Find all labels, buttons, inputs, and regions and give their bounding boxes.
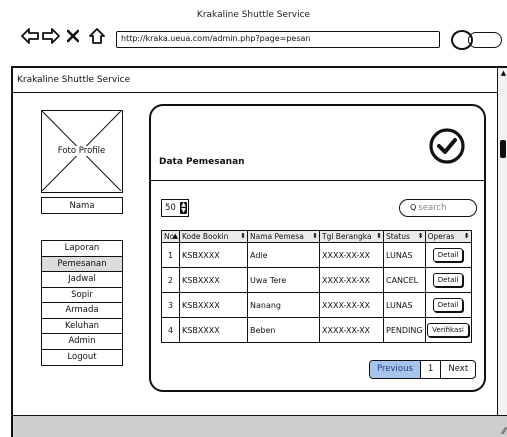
profile-name: Nama [41,197,123,214]
column-header-tgl[interactable]: Tgl Berangka ⬍ [319,230,384,243]
cell-nama: Adie [247,242,320,268]
cell-status: CANCEL [383,267,426,293]
sidebar-item-laporan[interactable]: Laporan [42,241,122,257]
cell-nama: Nanang [247,292,320,318]
cell-action: Detail [424,267,472,293]
sort-icon[interactable]: ⬍ [376,232,382,240]
panel-divider [151,180,484,181]
magnifier-icon: Q [410,203,417,212]
sort-icon[interactable]: ⬍ [418,232,424,240]
cell-kode: KSBXXXX [179,317,248,343]
window-title: Krakaline Shuttle Service [196,10,311,20]
sort-icon[interactable]: ⬍ [464,232,470,240]
sidebar-item-jadwal[interactable]: Jadwal [42,272,122,288]
cell-kode: KSBXXXX [179,267,248,293]
column-header-operasi[interactable]: Operas ⬍ [424,230,472,243]
cell-kode: KSBXXXX [179,242,248,268]
cell-status: LUNAS [383,242,426,268]
cell-nama: Uwa Tere [247,267,320,293]
check-circle-icon [427,126,467,166]
cell-action: Detail [424,242,472,268]
verifikasi-button[interactable]: Verifikasi [427,323,469,337]
pagination: Previous 1 Next [369,360,477,379]
page-title: Data Pemesanan [159,157,245,167]
bookings-table: No ▲ Kode Bookin ⬍ Nama Pemesa ⬍ Tgl Berang… [161,230,472,343]
scroll-thumb[interactable] [500,140,506,158]
column-header-nama[interactable]: Nama Pemesa ⬍ [247,230,320,243]
cell-no: 2 [161,267,180,293]
sidebar-item-pemesanan[interactable]: Pemesanan [42,256,122,272]
cell-tgl: XXXX-XX-XX [319,317,384,343]
status-bar: ⁄⁄ [13,415,507,437]
profile-photo-placeholder: Foto Profile [41,110,123,193]
cell-action: Detail [424,292,472,318]
previous-page-button[interactable]: Previous [370,361,421,378]
page-size-value: 50 [165,203,176,213]
cell-action: Verifikasi [424,317,472,343]
table-header-row: No ▲ Kode Bookin ⬍ Nama Pemesa ⬍ Tgl Berang… [161,230,472,243]
cell-tgl: XXXX-XX-XX [319,267,384,293]
sort-icon[interactable]: ▲ [173,232,178,240]
search-icon[interactable] [451,30,473,50]
page-size-select[interactable]: 50 ▲ ▼ [161,199,189,217]
browser-search-field[interactable] [468,32,502,48]
sidebar-item-admin[interactable]: Admin [42,334,122,350]
app-title: Krakaline Shuttle Service [13,68,497,93]
sidebar-item-keluhan[interactable]: Keluhan [42,319,122,334]
cell-tgl: XXXX-XX-XX [319,292,384,318]
cell-no: 4 [161,317,180,343]
table-row: 3 KSBXXXX Nanang XXXX-XX-XX LUNAS Detail [161,292,472,318]
vertical-scrollbar[interactable]: ▲ ▼ [497,68,507,425]
table-row: 2 KSBXXXX Uwa Tere XXXX-XX-XX CANCEL Det… [161,267,472,293]
cell-status: PENDING [383,317,426,343]
sidebar-item-logout[interactable]: Logout [42,350,122,366]
page-number-button[interactable]: 1 [421,361,442,378]
cell-status: LUNAS [383,292,426,318]
app-window: Krakaline Shuttle Service ▲ ▼ Foto Profi… [11,66,507,437]
stepper-icon[interactable]: ▲ ▼ [180,202,187,214]
browser-chrome: Krakaline Shuttle Service http://kraka.u… [0,0,507,66]
cell-no: 1 [161,242,180,268]
detail-button[interactable]: Detail [432,248,464,262]
sidebar-menu: Laporan Pemesanan Jadwal Sopir Armada Ke… [41,240,123,366]
url-bar[interactable]: http://kraka.ueua.com/admin.php?page=pes… [116,31,440,48]
cell-tgl: XXXX-XX-XX [319,242,384,268]
table-row: 4 KSBXXXX Beben XXXX-XX-XX PENDING Verif… [161,317,472,343]
next-page-button[interactable]: Next [441,361,475,378]
table-search-input[interactable]: Qsearch [399,199,477,217]
sort-icon[interactable]: ⬍ [312,232,318,240]
column-header-no[interactable]: No ▲ [161,230,180,243]
cell-kode: KSBXXXX [179,292,248,318]
sort-icon[interactable]: ⬍ [240,232,246,240]
cell-no: 3 [161,292,180,318]
home-icon[interactable] [88,26,106,46]
resize-grip-icon[interactable]: ⁄⁄ [503,426,506,437]
sidebar-item-sopir[interactable]: Sopir [42,288,122,303]
detail-button[interactable]: Detail [432,273,464,287]
column-header-kode[interactable]: Kode Bookin ⬍ [179,230,248,243]
profile-photo-label: Foto Profile [42,146,121,156]
data-panel: Data Pemesanan 50 ▲ ▼ Qsearch No ▲ Kode Bo… [149,104,486,392]
table-row: 1 KSBXXXX Adie XXXX-XX-XX LUNAS Detail [161,242,472,268]
back-arrow-icon[interactable] [21,26,39,46]
search-placeholder: search [418,203,447,213]
scroll-up-icon[interactable]: ▲ [499,69,507,77]
cell-nama: Beben [247,317,320,343]
column-header-status[interactable]: Status ⬍ [383,230,426,243]
detail-button[interactable]: Detail [432,298,464,312]
forward-arrow-icon[interactable] [42,26,60,46]
sidebar-item-armada[interactable]: Armada [42,303,122,319]
close-x-icon[interactable] [66,26,80,46]
